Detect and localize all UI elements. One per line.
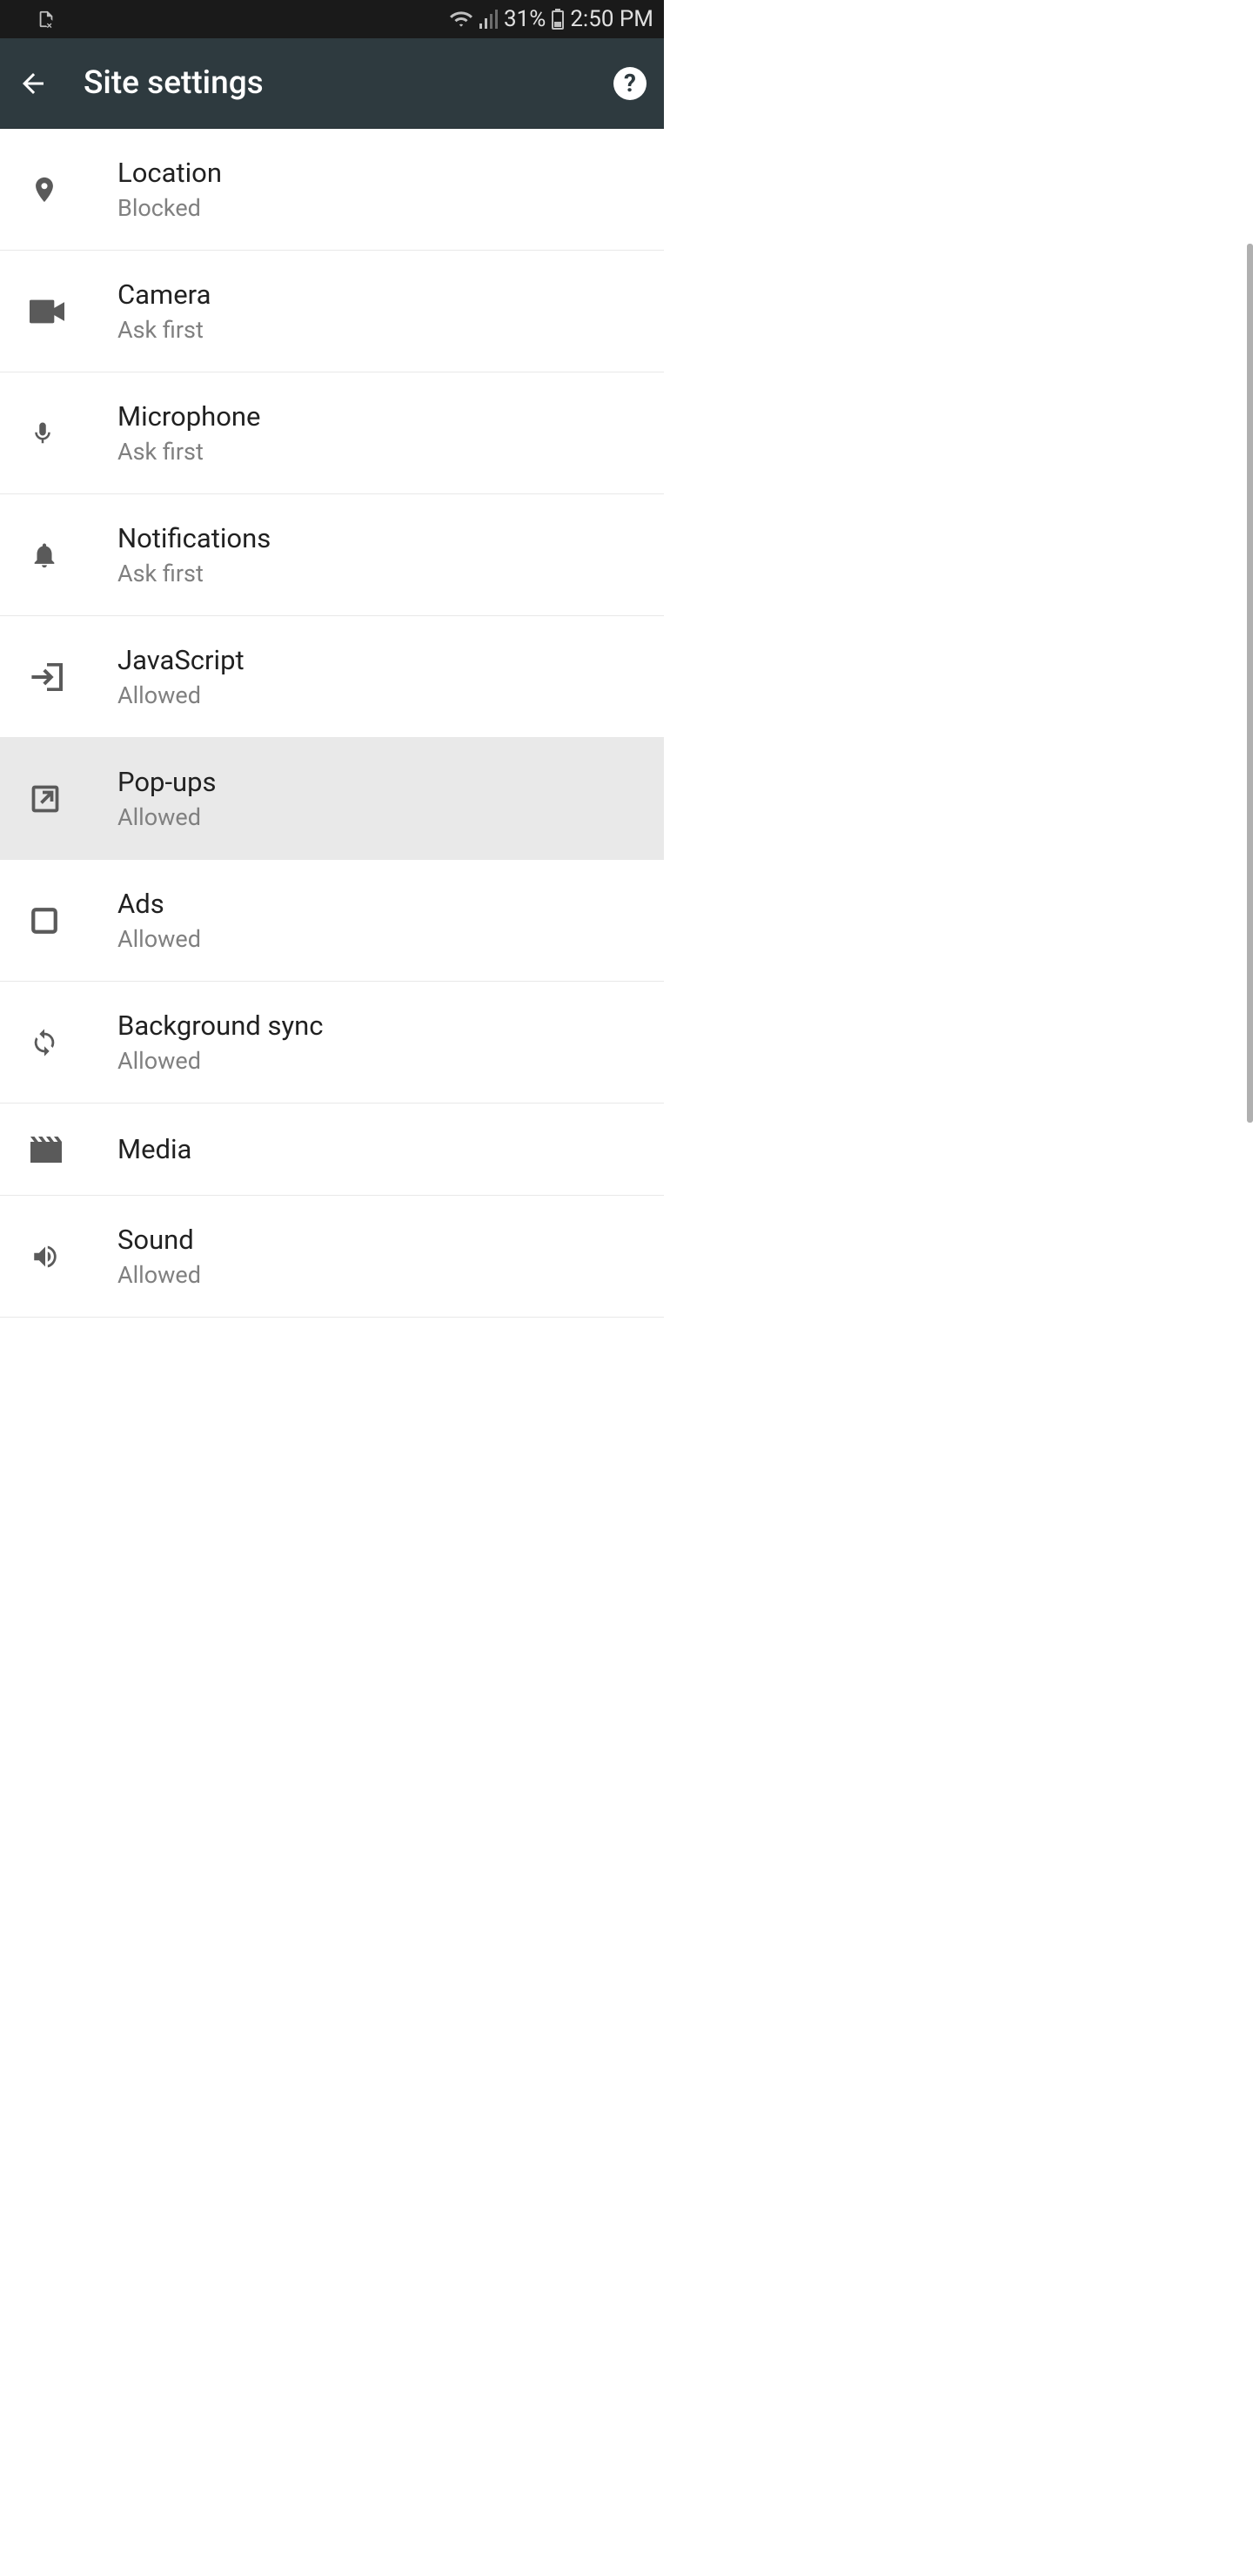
status-right: 31% 2:50 PM [450,6,653,32]
setting-row-javascript[interactable]: JavaScript Allowed [0,616,664,738]
location-pin-icon [17,172,117,207]
setting-sub: Blocked [117,194,647,222]
square-icon [17,906,117,936]
setting-row-notifications[interactable]: Notifications Ask first [0,494,664,616]
setting-title: Ads [117,888,647,920]
setting-sub: Allowed [117,803,647,831]
help-button[interactable]: ? [613,67,647,100]
setting-title: Pop-ups [117,766,647,798]
setting-row-location[interactable]: Location Blocked [0,129,664,251]
speaker-icon [17,1242,117,1271]
arrow-in-box-icon [17,663,117,691]
setting-sub: Ask first [117,560,647,587]
clapperboard-icon [17,1137,117,1163]
setting-row-ads[interactable]: Ads Allowed [0,860,664,982]
page-title: Site settings [84,64,579,102]
doc-cancel-icon [37,10,56,29]
setting-title: Sound [117,1224,647,1256]
wifi-icon [450,10,472,29]
arrow-left-icon [17,68,49,99]
setting-title: Notifications [117,522,647,554]
settings-list: Location Blocked Camera Ask first Microp… [0,129,664,1318]
camera-icon [17,299,117,324]
scrollbar[interactable] [1247,244,1253,1123]
setting-row-media[interactable]: Media [0,1104,664,1196]
setting-sub: Allowed [117,925,647,953]
setting-title: Location [117,157,647,189]
setting-sub: Allowed [117,681,647,709]
status-time: 2:50 PM [570,6,653,32]
setting-title: Camera [117,278,647,311]
setting-row-sound[interactable]: Sound Allowed [0,1196,664,1318]
microphone-icon [17,417,117,450]
setting-title: Background sync [117,1010,647,1042]
setting-sub: Allowed [117,1047,647,1075]
setting-sub: Ask first [117,438,647,466]
setting-row-microphone[interactable]: Microphone Ask first [0,372,664,494]
status-bar: 31% 2:50 PM [0,0,664,38]
back-button[interactable] [17,68,49,99]
open-external-icon [17,783,117,815]
app-bar: Site settings ? [0,38,664,129]
bell-icon [17,539,117,572]
setting-title: Microphone [117,400,647,433]
setting-row-camera[interactable]: Camera Ask first [0,251,664,372]
setting-row-background-sync[interactable]: Background sync Allowed [0,982,664,1104]
battery-icon [551,9,565,30]
setting-title: JavaScript [117,644,647,676]
setting-sub: Ask first [117,316,647,344]
sync-icon [17,1027,117,1058]
setting-sub: Allowed [117,1261,647,1289]
help-icon: ? [624,69,636,97]
cellular-icon [478,10,499,29]
battery-pct: 31% [504,6,546,32]
status-left [10,10,56,29]
setting-title: Media [117,1133,647,1165]
setting-row-popups[interactable]: Pop-ups Allowed [0,738,664,860]
